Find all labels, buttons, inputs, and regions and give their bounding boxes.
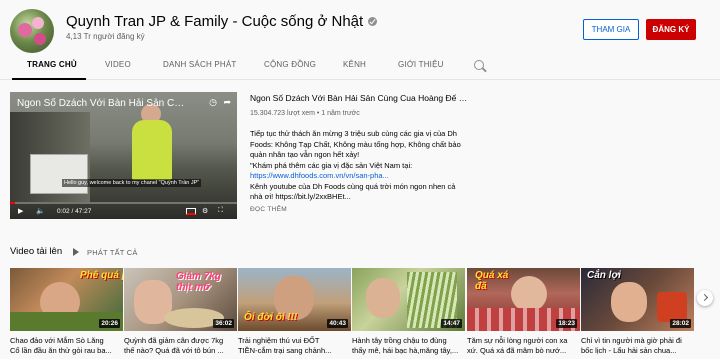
avatar-flower xyxy=(18,23,32,37)
video-card[interactable]: Ôi đời ôi !!! 40:43 Trải nghiệm thú vui … xyxy=(238,268,351,356)
video-card[interactable]: Cắn lợi 28:02 Chỉ vì tin người mà giờ ph… xyxy=(581,268,694,356)
time-display: 0:02 / 47:27 xyxy=(57,208,92,215)
description-line: quản nhân tạo vẫn ngon hết xảy! xyxy=(250,150,360,159)
video-title-line: TIỀN-cắm trại sang chảnh... xyxy=(238,346,332,355)
video-person xyxy=(132,120,172,180)
read-more-link[interactable]: ĐỌC THÊM xyxy=(250,206,287,213)
video-title-line: Hành tây trồng chậu to đùng xyxy=(352,336,447,345)
tab-about[interactable]: GIỚI THIỆU xyxy=(398,60,444,69)
video-duration: 18:23 xyxy=(556,319,577,328)
thumbnail-text: Quá xá đã xyxy=(475,270,509,292)
tab-community[interactable]: CỘNG ĐỒNG xyxy=(264,60,316,69)
video-card[interactable]: 14:47 Hành tây trồng chậu to đùng thấy m… xyxy=(352,268,465,356)
channel-header: Quynh Tran JP & Family - Cuộc sống ở Nhậ… xyxy=(0,0,720,53)
video-title-line: Chao đảo với Mắm Sò Lăng xyxy=(10,336,104,345)
subscribe-button[interactable]: ĐĂNG KÝ xyxy=(646,19,696,40)
video-subtitle: Hello guy, welcome back to my chanel "Qu… xyxy=(62,179,202,187)
carousel-next-button[interactable] xyxy=(697,290,713,306)
video-thumbnail[interactable]: Giảm 7kg thịt mỡ 36:02 xyxy=(124,268,237,331)
video-title-line: xứ. Quá xá đã mâm bò nướ... xyxy=(467,346,567,355)
description-line: https://www.dhfoods.com.vn/vn/san-pha... xyxy=(250,171,475,182)
channel-name: Quynh Tran JP & Family - Cuộc sống ở Nhậ… xyxy=(66,13,378,30)
avatar-flower xyxy=(34,33,46,45)
description-line: "Khám phá thêm các gia vị đặc sản Việt N… xyxy=(250,160,413,170)
share-icon[interactable]: ➦ xyxy=(223,97,231,107)
play-icon[interactable] xyxy=(73,248,79,256)
featured-video-meta: 15.304.723 lượt xem • 1 năm trước xyxy=(250,110,360,117)
video-title-line: Quỳnh đã giảm cân được 7kg xyxy=(124,336,224,345)
video-title[interactable]: Chỉ vì tin người mà giờ phải đi bốc lịch… xyxy=(581,336,694,356)
video-frame xyxy=(10,92,237,219)
featured-video-player[interactable]: Ngon Số Dzách Với Bàn Hải Sản Cùn... ◷ ➦… xyxy=(10,92,237,219)
thumbnail-person xyxy=(366,278,400,318)
video-title[interactable]: Quỳnh đã giảm cân được 7kg thế nào? Quá … xyxy=(124,336,237,356)
player-controls: ▶ 🔈 0:02 / 47:27 ⚙ ⛶ xyxy=(10,204,237,219)
video-thumbnail[interactable]: Cắn lợi 28:02 xyxy=(581,268,694,331)
channel-name-text: Quynh Tran JP & Family - Cuộc sống ở Nhậ… xyxy=(66,13,364,30)
channel-avatar[interactable] xyxy=(10,9,54,53)
play-icon[interactable]: ▶ xyxy=(18,207,23,215)
player-top-icons: ◷ ➦ xyxy=(209,97,231,108)
video-duration: 40:43 xyxy=(327,319,348,328)
video-title[interactable]: Hành tây trồng chậu to đùng thấy mê, hái… xyxy=(352,336,465,356)
video-title-line: thấy mê, hái bạc hà,măng tây,... xyxy=(352,346,459,355)
video-title-line: Tăm sự nỗi lòng người con xa xyxy=(467,336,568,345)
search-icon[interactable] xyxy=(474,60,484,70)
clock-icon[interactable]: ◷ xyxy=(209,97,217,107)
video-card[interactable]: Quá xá đã 18:23 Tăm sự nỗi lòng người co… xyxy=(467,268,580,356)
thumbnail-text: Cắn lợi xyxy=(587,270,621,281)
description-line: Kênh youtube của Dh Foods cùng quá trời … xyxy=(250,181,456,191)
volume-icon[interactable]: 🔈 xyxy=(36,207,45,215)
captions-icon[interactable] xyxy=(186,208,196,215)
video-title-line: Cổ lần đầu ăn thử gỏi rau ba... xyxy=(10,346,112,355)
video-boxes xyxy=(30,154,88,194)
fullscreen-icon[interactable]: ⛶ xyxy=(218,207,223,215)
video-title-line: bốc lịch - Lẩu hải sản chua... xyxy=(581,346,677,355)
tab-home[interactable]: TRANG CHỦ xyxy=(27,60,77,69)
thumbnail-text: Phê quá phê xyxy=(80,270,123,281)
featured-video-description: Tiếp tục thử thách ăn mừng 3 triệu sub c… xyxy=(250,129,475,203)
tab-playlists[interactable]: DANH SÁCH PHÁT xyxy=(163,60,236,69)
channel-tabs: TRANG CHỦ VIDEO DANH SÁCH PHÁT CỘNG ĐỒNG… xyxy=(0,52,720,80)
video-duration: 14:47 xyxy=(441,319,462,328)
thumbnail-badge xyxy=(657,292,687,322)
thumbnail-text: Ôi đời ôi !!! xyxy=(244,312,298,323)
video-title-line: Trải nghiệm thú vui ĐỐT xyxy=(238,336,320,345)
player-title[interactable]: Ngon Số Dzách Với Bàn Hải Sản Cùn... xyxy=(17,98,187,109)
thumbnail-text: Giảm 7kg thịt mỡ xyxy=(176,271,222,293)
video-duration: 36:02 xyxy=(213,319,234,328)
settings-gear-icon[interactable]: ⚙ xyxy=(202,207,208,215)
video-title-line: Chỉ vì tin người mà giờ phải đi xyxy=(581,336,682,345)
video-thumbnail[interactable]: 14:47 xyxy=(352,268,465,331)
avatar-flower xyxy=(32,17,44,29)
active-tab-indicator xyxy=(12,78,86,80)
video-duration: 20:26 xyxy=(99,319,120,328)
description-line: Foods: Không Tạp Chất, Không màu tổng hợ… xyxy=(250,139,461,149)
video-title[interactable]: Tăm sự nỗi lòng người con xa xứ. Quá xá … xyxy=(467,336,580,356)
video-thumbnail[interactable]: Quá xá đã 18:23 xyxy=(467,268,580,331)
subscriber-count: 4,13 Tr người đăng ký xyxy=(66,32,145,41)
join-button[interactable]: THAM GIA xyxy=(583,19,639,40)
video-thumbnail[interactable]: Ôi đời ôi !!! 40:43 xyxy=(238,268,351,331)
description-line: Tiếp tục thử thách ăn mừng 3 triệu sub c… xyxy=(250,129,457,138)
video-title[interactable]: Chao đảo với Mắm Sò Lăng Cổ lần đầu ăn t… xyxy=(10,336,123,356)
video-duration: 28:02 xyxy=(670,319,691,328)
uploads-section-title[interactable]: Video tải lên xyxy=(10,246,62,257)
verified-check-icon xyxy=(368,16,378,26)
video-card[interactable]: Phê quá phê 20:26 Chao đảo với Mắm Sò Lă… xyxy=(10,268,123,356)
thumbnail-person xyxy=(611,282,647,322)
description-line: nhà ơi! https://bit.ly/2xxBHEt... xyxy=(250,192,351,201)
video-thumbnail[interactable]: Phê quá phê 20:26 xyxy=(10,268,123,331)
video-card[interactable]: Giảm 7kg thịt mỡ 36:02 Quỳnh đã giảm cân… xyxy=(124,268,237,356)
tab-videos[interactable]: VIDEO xyxy=(105,60,131,69)
play-all-button[interactable]: PHÁT TẤT CẢ xyxy=(87,248,138,257)
video-title[interactable]: Trải nghiệm thú vui ĐỐT TIỀN-cắm trại sa… xyxy=(238,336,351,356)
featured-video-title[interactable]: Ngon Số Dzách Với Bàn Hải Sản Cùng Cua H… xyxy=(250,93,470,103)
tab-channels[interactable]: KÊNH xyxy=(343,60,366,69)
description-link[interactable]: https://www.dhfoods.com.vn/vn/san-pha... xyxy=(250,171,389,180)
thumbnail-person xyxy=(511,276,547,312)
video-title-line: thế nào? Quá đã với tô bún ... xyxy=(124,346,224,355)
